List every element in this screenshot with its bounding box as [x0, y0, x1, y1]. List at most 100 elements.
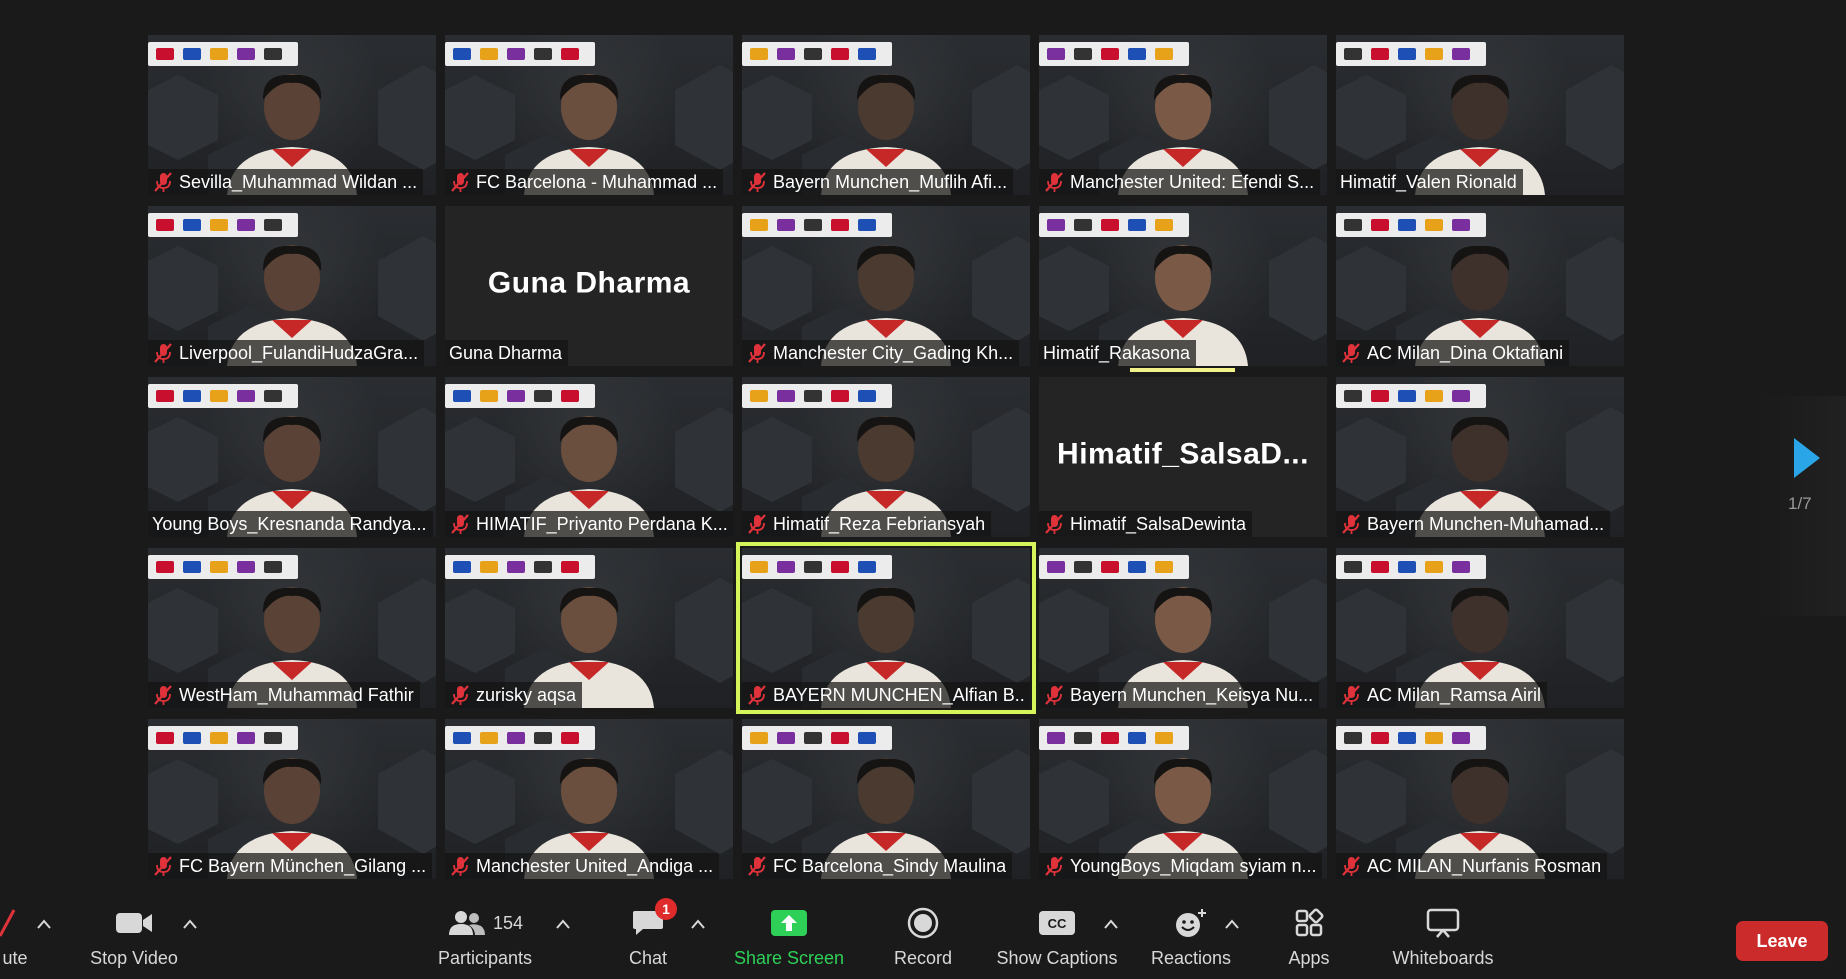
participant-name-bar: AC Milan_Ramsa Airil — [1336, 682, 1548, 708]
participant-name: FC Barcelona_Sindy Maulina — [773, 855, 1007, 876]
record-button[interactable]: Record — [888, 904, 958, 976]
participants-button[interactable]: 154 Participants — [430, 904, 540, 976]
mic-muted-icon — [0, 909, 16, 937]
participants-icon — [448, 911, 485, 935]
participant-tile[interactable]: Young Boys_Kresnanda Randya... — [148, 377, 436, 537]
participant-name-bar: YoungBoys_Miqdam syiam n... — [1039, 853, 1323, 879]
apps-label: Apps — [1288, 948, 1330, 968]
mic-muted-icon — [451, 514, 469, 534]
participant-name-bar: Sevilla_Muhammad Wildan ... — [148, 169, 424, 195]
participant-tile[interactable]: Sevilla_Muhammad Wildan ... — [148, 35, 436, 195]
mute-label: ute — [2, 948, 28, 968]
mute-options-caret-icon[interactable] — [36, 918, 52, 930]
show-captions-label: Show Captions — [996, 948, 1118, 968]
participant-tile[interactable]: FC Barcelona - Muhammad ... — [445, 35, 733, 195]
participant-tile[interactable]: BAYERN MUNCHEN_Alfian B... — [736, 542, 1036, 714]
participant-tile[interactable]: Guna Dharma Guna Dharma — [445, 206, 733, 366]
participant-name: Liverpool_FulandiHudzaGra... — [179, 342, 419, 363]
participant-name: HIMATIF_Priyanto Perdana K... — [476, 513, 727, 534]
mic-muted-icon — [748, 514, 766, 534]
chat-button[interactable]: 1 Chat — [620, 898, 677, 976]
stop-video-label: Stop Video — [90, 948, 178, 968]
participant-name-bar: FC Bayern München_Gilang ... — [148, 853, 433, 879]
participant-name: WestHam_Muhammad Fathir — [179, 684, 414, 705]
participant-name: Manchester City_Gading Kh... — [773, 342, 1014, 363]
participant-tile[interactable]: HIMATIF_Priyanto Perdana K... — [445, 377, 733, 537]
show-captions-button[interactable]: CC Show Captions — [992, 904, 1122, 976]
participant-tile[interactable]: Himatif_SalsaD... Himatif_SalsaDewinta — [1039, 377, 1327, 537]
participants-count: 154 — [492, 912, 524, 933]
reactions-button[interactable]: Reactions — [1148, 904, 1234, 976]
record-label: Record — [893, 948, 953, 968]
participant-tile[interactable]: Manchester United_Andiga ... — [445, 719, 733, 879]
participant-tile[interactable]: AC Milan_Dina Oktafiani — [1336, 206, 1624, 366]
mic-muted-icon — [1342, 685, 1360, 705]
participant-tile[interactable]: Himatif_Reza Febriansyah — [742, 377, 1030, 537]
mic-muted-icon — [748, 172, 766, 192]
participant-name: Bayern Munchen-Muhamad... — [1367, 513, 1605, 534]
participant-name: Guna Dharma — [449, 342, 563, 363]
participant-name: BAYERN MUNCHEN_Alfian B... — [773, 684, 1024, 705]
participant-tile[interactable]: WestHam_Muhammad Fathir — [148, 548, 436, 708]
participant-name-bar: Bayern Munchen_Keisya Nu... — [1039, 682, 1320, 708]
next-page-arrow-icon[interactable] — [1790, 436, 1822, 480]
participant-name: AC Milan_Dina Oktafiani — [1367, 342, 1564, 363]
mic-muted-icon — [451, 856, 469, 876]
participant-tile[interactable]: Manchester City_Gading Kh... — [742, 206, 1030, 366]
captions-options-caret-icon[interactable] — [1103, 918, 1119, 930]
apps-button[interactable]: Apps — [1286, 904, 1332, 976]
participant-name-bar: Young Boys_Kresnanda Randya... — [148, 511, 433, 537]
mic-muted-icon — [748, 685, 766, 705]
participant-tile[interactable]: zurisky aqsa — [445, 548, 733, 708]
participant-name: Sevilla_Muhammad Wildan ... — [179, 171, 418, 192]
mic-muted-icon — [1342, 343, 1360, 363]
participant-tile[interactable]: FC Bayern München_Gilang ... — [148, 719, 436, 879]
mic-muted-icon — [154, 343, 172, 363]
closed-captions-icon: CC — [1039, 911, 1075, 935]
participant-name-bar: Bayern Munchen-Muhamad... — [1336, 511, 1611, 537]
participant-name-bar: HIMATIF_Priyanto Perdana K... — [445, 511, 733, 537]
participant-name-bar: Himatif_Rakasona — [1039, 340, 1197, 366]
whiteboard-icon — [1426, 908, 1460, 938]
participant-tile[interactable]: Bayern Munchen-Muhamad... — [1336, 377, 1624, 537]
stop-video-button[interactable]: Stop Video — [84, 904, 184, 976]
participant-tile[interactable]: Himatif_Rakasona — [1039, 206, 1327, 366]
participant-tile[interactable]: FC Barcelona_Sindy Maulina — [742, 719, 1030, 879]
mute-button[interactable]: ute — [0, 904, 40, 976]
participant-name: Young Boys_Kresnanda Randya... — [152, 513, 427, 534]
participant-name-bar: BAYERN MUNCHEN_Alfian B... — [742, 682, 1030, 708]
participant-name: YoungBoys_Miqdam syiam n... — [1070, 855, 1317, 876]
mic-muted-icon — [1045, 856, 1063, 876]
participant-name: Himatif_Reza Febriansyah — [773, 513, 986, 534]
share-screen-button[interactable]: Share Screen — [731, 904, 847, 976]
participant-tile[interactable]: Bayern Munchen_Keisya Nu... — [1039, 548, 1327, 708]
participant-tile[interactable]: Liverpool_FulandiHudzaGra... — [148, 206, 436, 366]
mic-muted-icon — [451, 172, 469, 192]
participants-options-caret-icon[interactable] — [555, 918, 571, 930]
participant-tile[interactable]: Himatif_Valen Rionald — [1336, 35, 1624, 195]
participant-name-bar: Bayern Munchen_Muflih Afi... — [742, 169, 1014, 195]
participant-name-bar: Manchester City_Gading Kh... — [742, 340, 1020, 366]
mic-muted-icon — [154, 172, 172, 192]
mic-muted-icon — [1342, 856, 1360, 876]
mic-muted-icon — [1045, 514, 1063, 534]
participant-name: Himatif_SalsaDewinta — [1070, 513, 1247, 534]
participant-tile[interactable]: AC MILAN_Nurfanis Rosman — [1336, 719, 1624, 879]
record-icon — [907, 907, 939, 939]
participant-tile[interactable]: YoungBoys_Miqdam syiam n... — [1039, 719, 1327, 879]
participant-tile[interactable]: Manchester United: Efendi S... — [1039, 35, 1327, 195]
participant-name-bar: Himatif_SalsaDewinta — [1039, 511, 1253, 537]
participant-name: zurisky aqsa — [476, 684, 577, 705]
mic-muted-icon — [154, 685, 172, 705]
participant-name-bar: Guna Dharma — [445, 340, 569, 366]
participant-name-placeholder: Guna Dharma — [487, 266, 691, 300]
participant-tile[interactable]: Bayern Munchen_Muflih Afi... — [742, 35, 1030, 195]
video-options-caret-icon[interactable] — [182, 918, 198, 930]
participant-name-bar: Himatif_Reza Febriansyah — [742, 511, 992, 537]
participants-label: Participants — [437, 948, 533, 968]
chat-options-caret-icon[interactable] — [690, 918, 706, 930]
participant-tile[interactable]: AC Milan_Ramsa Airil — [1336, 548, 1624, 708]
leave-button[interactable]: Leave — [1736, 921, 1828, 961]
reactions-options-caret-icon[interactable] — [1224, 918, 1240, 930]
whiteboards-button[interactable]: Whiteboards — [1388, 904, 1498, 976]
